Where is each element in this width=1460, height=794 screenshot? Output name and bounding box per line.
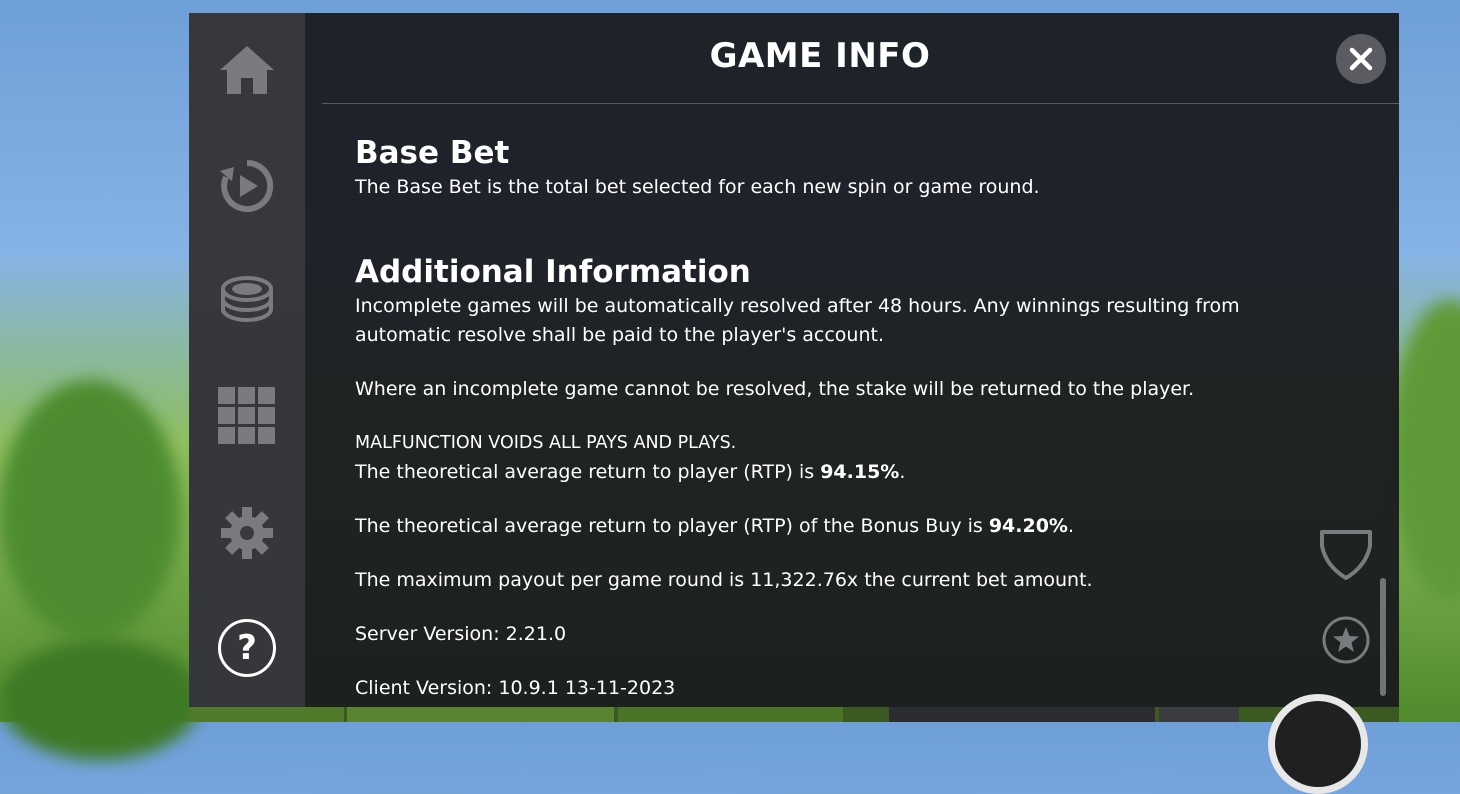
title-divider: [322, 103, 1399, 104]
bottom-segment: [347, 707, 614, 722]
server-version: Server Version: 2.21.0: [355, 623, 567, 645]
bottom-segment: [189, 707, 344, 722]
background-ground: [0, 640, 200, 760]
autoplay-icon: [220, 159, 274, 212]
grid-icon: [218, 387, 275, 444]
base-bet-heading: Base Bet: [355, 135, 510, 171]
coins-icon: [221, 276, 273, 322]
bottom-bar: [189, 707, 1399, 722]
bottom-segment: [618, 707, 843, 722]
rtp-bonus-text: The theoretical average return to player…: [355, 512, 1255, 541]
rtp-prefix: The theoretical average return to player…: [355, 461, 821, 483]
info-content: Base Bet The Base Bet is the total bet s…: [355, 133, 1255, 703]
base-bet-text: The Base Bet is the total bet selected f…: [355, 176, 1040, 198]
sidebar: ?: [189, 13, 305, 707]
rtp-suffix: .: [899, 461, 906, 483]
rtp-bonus-suffix: .: [1067, 515, 1075, 537]
rtp-value: 94.15%: [820, 461, 900, 483]
sidebar-item-paytable[interactable]: [189, 371, 305, 461]
bottom-segment: [889, 707, 1155, 722]
close-icon: [1349, 47, 1373, 71]
rtp-bonus-prefix: The theoretical average return to player…: [355, 515, 989, 537]
scrollbar[interactable]: [1380, 578, 1386, 696]
background-tree: [1390, 300, 1460, 600]
unresolved-game-text: Where an incomplete game cannot be resol…: [355, 378, 1195, 400]
incomplete-games-text: Incomplete games will be automatically r…: [355, 295, 1240, 346]
max-payout-text: The maximum payout per game round is 11,…: [355, 569, 1093, 591]
background-tree: [0, 380, 180, 640]
additional-info-heading: Additional Information: [355, 254, 751, 290]
sidebar-item-settings[interactable]: [189, 488, 305, 578]
spin-button[interactable]: [1268, 694, 1368, 794]
rtp-bonus-value: 94.20%: [988, 515, 1068, 537]
sidebar-item-home[interactable]: [189, 25, 305, 115]
sidebar-item-autoplay[interactable]: [189, 141, 305, 231]
favorite-button[interactable]: [1318, 612, 1374, 672]
shield-button[interactable]: [1318, 528, 1374, 586]
bottom-segment: [1159, 707, 1239, 722]
help-icon: ?: [218, 619, 276, 677]
client-version: Client Version: 10.9.1 13-11-2023: [355, 677, 676, 699]
star-icon: [1322, 616, 1370, 664]
home-icon: [220, 46, 274, 94]
sidebar-item-bet[interactable]: [189, 256, 305, 346]
shield-icon: [1320, 530, 1372, 580]
rtp-text: The theoretical average return to player…: [355, 458, 1255, 487]
gear-icon: [221, 507, 273, 559]
sidebar-item-help[interactable]: ?: [189, 603, 305, 693]
modal-title: GAME INFO: [709, 36, 931, 76]
close-button[interactable]: [1336, 34, 1386, 84]
malfunction-text: MALFUNCTION VOIDS ALL PAYS AND PLAYS.: [355, 433, 737, 453]
